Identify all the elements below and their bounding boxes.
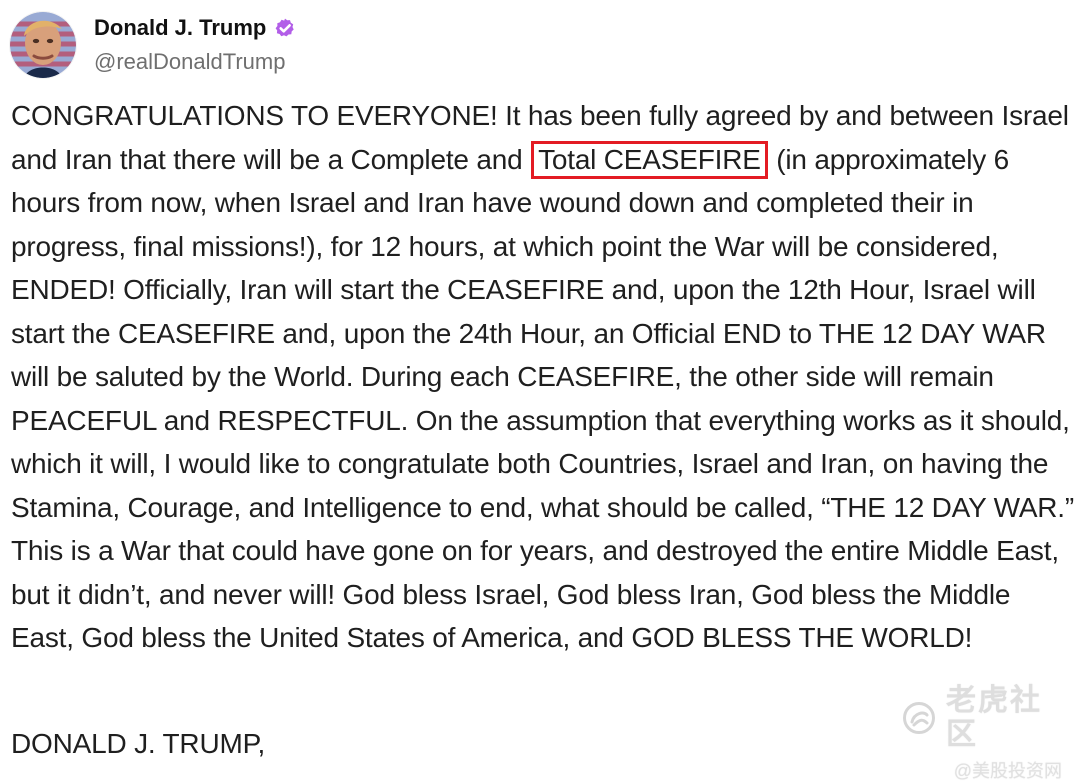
avatar[interactable] xyxy=(10,12,76,78)
watermark-row: 老虎社区 xyxy=(902,684,1062,752)
watermark-name: 老虎社区 xyxy=(946,684,1042,751)
avatar-image xyxy=(10,12,76,78)
post-body-highlight: Total CEASEFIRE xyxy=(531,140,768,179)
author-name-row: Donald J. Trump xyxy=(94,14,296,42)
watermark: 老虎社区 @美股投资网 xyxy=(902,684,1062,781)
verified-badge-icon xyxy=(274,17,296,39)
post-signature: DONALD J. TRUMP, xyxy=(11,728,266,759)
post-body-text: CONGRATULATIONS TO EVERYONE! It has been… xyxy=(11,94,1075,660)
tiger-logo-icon xyxy=(902,701,936,735)
post-body-part-2: (in approximately 6 hours from now, when… xyxy=(11,143,1075,654)
author-block: Donald J. Trump @realDonaldTrump xyxy=(94,14,296,76)
post-header: Donald J. Trump @realDonaldTrump xyxy=(10,10,296,80)
author-display-name[interactable]: Donald J. Trump xyxy=(94,14,266,42)
post-card: Donald J. Trump @realDonaldTrump CONGRAT… xyxy=(0,0,1080,781)
author-handle[interactable]: @realDonaldTrump xyxy=(94,48,296,76)
watermark-subtitle: @美股投资网 xyxy=(953,761,1062,781)
